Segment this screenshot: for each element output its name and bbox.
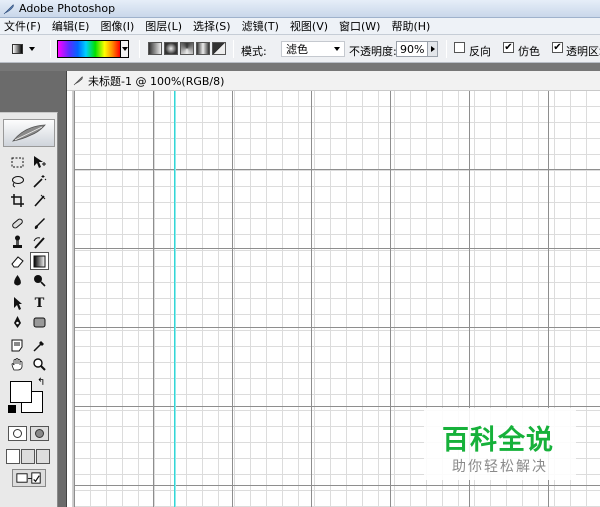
gradient-picker[interactable]	[57, 40, 129, 58]
zoom-tool-icon[interactable]	[30, 355, 49, 373]
type-tool-icon[interactable]: T	[30, 294, 49, 312]
diamond-gradient-button[interactable]	[212, 42, 226, 55]
divider	[50, 40, 51, 58]
blur-tool-icon[interactable]	[8, 271, 27, 289]
lasso-tool-icon[interactable]	[8, 172, 27, 190]
marquee-tool-icon[interactable]	[8, 153, 27, 171]
move-tool-icon[interactable]	[30, 153, 49, 171]
shape-tool-icon[interactable]	[30, 313, 49, 331]
options-bar: 模式: 滤色 不透明度: 90% 反向 ✔ 仿色 ✔ 透明区域	[0, 35, 600, 63]
watermark-title: 百科全说	[442, 425, 554, 456]
dither-checkbox[interactable]: ✔	[503, 42, 514, 53]
menu-help[interactable]: 帮助(H)	[391, 18, 430, 34]
history-brush-tool-icon[interactable]	[30, 233, 49, 251]
photoshop-feather-icon	[3, 3, 14, 14]
toolbox-header[interactable]	[3, 119, 55, 147]
app-title: Adobe Photoshop	[19, 2, 116, 15]
menu-select[interactable]: 选择(S)	[193, 18, 231, 34]
menu-filter[interactable]: 滤镜(T)	[242, 18, 279, 34]
angle-gradient-button[interactable]	[180, 42, 194, 55]
gradient-dropdown-button[interactable]	[120, 41, 128, 57]
menu-view[interactable]: 视图(V)	[290, 18, 328, 34]
reverse-checkbox[interactable]	[454, 42, 465, 53]
menu-image[interactable]: 图像(I)	[100, 18, 134, 34]
brush-tool-icon[interactable]	[30, 214, 49, 232]
menu-layer[interactable]: 图层(L)	[145, 18, 182, 34]
linear-gradient-button[interactable]	[148, 42, 162, 55]
watermark-subtitle: 助你轻松解决	[452, 459, 548, 475]
radial-gradient-button[interactable]	[164, 42, 178, 55]
opacity-input[interactable]: 90%	[396, 41, 438, 57]
foreground-color-swatch[interactable]	[10, 381, 32, 403]
mode-value: 滤色	[286, 43, 308, 56]
vertical-guide[interactable]	[174, 91, 175, 507]
check-icon: ✔	[504, 42, 513, 53]
divider	[446, 40, 447, 58]
toolbox: T ↰	[0, 112, 58, 507]
pen-tool-icon[interactable]	[8, 313, 27, 331]
document-title-bar[interactable]: 未标题-1 @ 100%(RGB/8)	[67, 71, 600, 91]
eraser-tool-icon[interactable]	[8, 252, 27, 270]
chevron-down-icon	[121, 47, 128, 51]
photoshop-document-icon	[73, 76, 83, 86]
chevron-down-icon	[29, 47, 35, 51]
title-bar: Adobe Photoshop	[0, 0, 600, 18]
workspace-background	[0, 63, 600, 71]
menu-file[interactable]: 文件(F)	[4, 18, 41, 34]
full-screen-mode-button[interactable]	[36, 449, 50, 464]
jump-to-imageready-button[interactable]	[12, 469, 46, 487]
reflected-gradient-button[interactable]	[196, 42, 210, 55]
divider	[233, 40, 234, 58]
mode-select[interactable]: 滤色	[281, 41, 345, 57]
divider	[139, 40, 140, 58]
default-colors-icon[interactable]	[8, 405, 16, 413]
crop-tool-icon[interactable]	[8, 191, 27, 209]
swap-colors-icon[interactable]: ↰	[37, 377, 45, 388]
menu-edit[interactable]: 编辑(E)	[52, 18, 90, 34]
hand-tool-icon[interactable]	[8, 355, 27, 373]
notes-tool-icon[interactable]	[8, 336, 27, 354]
dither-label: 仿色	[518, 45, 540, 58]
slice-tool-icon[interactable]	[30, 191, 49, 209]
eyedropper-tool-icon[interactable]	[30, 336, 49, 354]
quick-mask-mode-button[interactable]	[30, 426, 49, 441]
full-screen-menu-mode-button[interactable]	[21, 449, 35, 464]
dodge-tool-icon[interactable]	[30, 271, 49, 289]
menu-bar: 文件(F) 编辑(E) 图像(I) 图层(L) 选择(S) 滤镜(T) 视图(V…	[0, 18, 600, 35]
healing-brush-tool-icon[interactable]	[8, 214, 27, 232]
document-title: 未标题-1 @ 100%(RGB/8)	[88, 74, 225, 88]
magic-wand-tool-icon[interactable]	[30, 172, 49, 190]
mode-label: 模式:	[241, 45, 267, 58]
standard-screen-mode-button[interactable]	[6, 449, 20, 464]
reverse-label: 反向	[469, 45, 491, 58]
gradient-tool-icon[interactable]	[30, 252, 49, 270]
transparency-label: 透明区域	[566, 45, 600, 58]
watermark: 百科全说 助你轻松解决	[424, 408, 576, 480]
clone-stamp-tool-icon[interactable]	[8, 233, 27, 251]
opacity-slider-button[interactable]	[427, 42, 437, 56]
photoshop-feather-icon	[12, 124, 46, 142]
transparency-checkbox[interactable]: ✔	[552, 42, 563, 53]
gradient-tool-icon	[12, 44, 23, 54]
tool-preset-picker[interactable]	[8, 41, 46, 57]
standard-mode-button[interactable]	[8, 426, 27, 441]
check-icon: ✔	[553, 42, 562, 53]
chevron-down-icon	[334, 47, 340, 51]
path-selection-tool-icon[interactable]	[8, 294, 27, 312]
imageready-icon	[16, 472, 41, 484]
opacity-value: 90%	[400, 42, 425, 56]
gradient-preview[interactable]	[58, 41, 120, 57]
menu-window[interactable]: 窗口(W)	[339, 18, 380, 34]
opacity-label: 不透明度:	[349, 45, 397, 58]
